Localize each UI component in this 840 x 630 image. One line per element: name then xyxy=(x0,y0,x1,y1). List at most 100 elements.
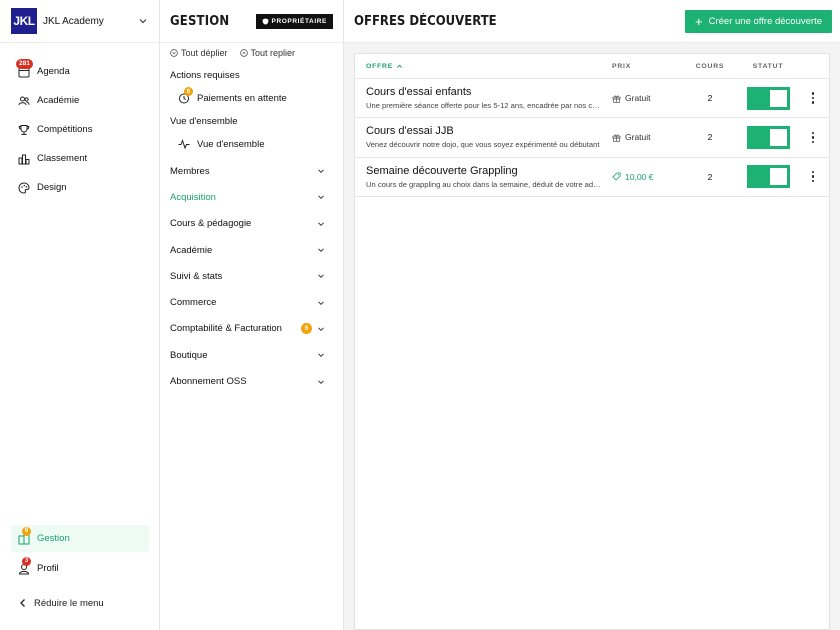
agenda-badge: 281 xyxy=(16,58,33,69)
academy-name: JKL Academy xyxy=(43,15,104,27)
row-menu-button[interactable] xyxy=(798,92,828,104)
status-toggle[interactable] xyxy=(746,165,790,189)
more-vertical-icon xyxy=(811,170,815,183)
table-row[interactable]: Cours d'essai enfants Une première séanc… xyxy=(355,79,829,119)
offer-price: Gratuit xyxy=(625,93,651,104)
group-commerce[interactable]: Commerce xyxy=(160,289,343,315)
overview-section-title: Vue d'ensemble xyxy=(170,115,238,127)
group-label: Abonnement OSS xyxy=(170,376,247,388)
clock-icon: 6 xyxy=(178,87,193,104)
chevron-down-icon xyxy=(318,353,324,358)
group-comptabilite-facturation[interactable]: Comptabilité & Facturation 6 xyxy=(160,316,343,342)
chevron-left-icon xyxy=(20,599,25,607)
group-label: Suivi & stats xyxy=(170,270,223,282)
nav-item-design[interactable]: Design xyxy=(0,173,159,202)
more-vertical-icon xyxy=(811,92,815,104)
row-menu-button[interactable] xyxy=(798,170,828,183)
sidebar-bottom: 6 Gestion 3 Profil Réduire le menu xyxy=(0,525,160,617)
panel-header: GESTION PROPRIÉTAIRE xyxy=(160,0,343,43)
chevron-down-icon xyxy=(318,301,324,305)
offer-description: Un cours de grappling au choix dans la s… xyxy=(366,179,603,189)
nav-item-academie[interactable]: Académie xyxy=(0,86,159,115)
offer-course-count: 2 xyxy=(707,171,713,182)
price-cell: Gratuit xyxy=(612,132,682,142)
circle-chevron-up-icon xyxy=(239,49,248,57)
price-cell: 10,00 € xyxy=(612,172,682,182)
nav-item-profil[interactable]: 3 Profil xyxy=(0,554,160,583)
actions-section-title: Actions requises xyxy=(170,69,240,81)
collapse-all-label: Tout replier xyxy=(250,48,296,58)
nav-item-competitions[interactable]: Compétitions xyxy=(0,115,159,144)
pending-payments-label: Paiements en attente xyxy=(197,92,287,104)
column-header-count: COURS xyxy=(695,62,725,70)
group-boutique[interactable]: Boutique xyxy=(160,342,343,368)
chevron-down-icon xyxy=(139,19,147,24)
nav-item-label: Académie xyxy=(37,95,80,106)
offer-cell: Cours d'essai enfants Une première séanc… xyxy=(355,86,612,110)
table-row[interactable]: Cours d'essai JJB Venez découvrir notre … xyxy=(355,118,829,158)
group-label: Commerce xyxy=(170,297,217,309)
status-cell xyxy=(738,165,798,189)
table-row[interactable]: Semaine découverte Grappling Un cours de… xyxy=(355,158,829,197)
offer-description: Une première séance offerte pour les 5-1… xyxy=(366,101,603,111)
column-header-offer[interactable]: OFFRE xyxy=(355,63,612,70)
group-label: Comptabilité & Facturation xyxy=(170,323,282,335)
academy-switcher[interactable]: JKL JKL Academy xyxy=(0,0,159,43)
status-toggle[interactable] xyxy=(746,125,790,149)
nav-item-label: Gestion xyxy=(37,533,70,544)
group-cours-pedagogie[interactable]: Cours & pédagogie xyxy=(160,211,343,237)
toggle-knob xyxy=(769,168,787,186)
offer-cell: Cours d'essai JJB Venez découvrir notre … xyxy=(355,125,612,149)
user-icon: 3 xyxy=(18,556,31,575)
row-menu-button[interactable] xyxy=(798,131,828,144)
academy-logo: JKL xyxy=(11,8,37,34)
group-membres[interactable]: Membres xyxy=(160,158,343,184)
expand-all-button[interactable]: Tout déplier xyxy=(170,48,228,58)
group-suivi-stats[interactable]: Suivi & stats xyxy=(160,263,343,289)
main-content: OFFRES DÉCOUVERTE + Créer une offre déco… xyxy=(344,0,840,630)
nav-item-label: Compétitions xyxy=(37,124,93,135)
group-label: Membres xyxy=(170,165,210,177)
offer-course-count: 2 xyxy=(707,93,713,104)
toggle-knob xyxy=(769,128,787,146)
nav-item-classement[interactable]: Classement xyxy=(0,144,159,173)
collapse-all-button[interactable]: Tout replier xyxy=(239,48,296,58)
offer-name: Cours d'essai JJB xyxy=(366,125,454,138)
chevron-down-icon xyxy=(318,169,324,174)
group-academie[interactable]: Académie xyxy=(160,237,343,263)
profil-badge: 3 xyxy=(22,556,31,566)
price-cell: Gratuit xyxy=(612,93,682,103)
offer-cell: Semaine découverte Grappling Un cours de… xyxy=(355,165,612,189)
nav-item-gestion[interactable]: 6 Gestion xyxy=(11,525,149,552)
nav-item-agenda[interactable]: 281 Agenda xyxy=(0,57,159,86)
status-cell xyxy=(738,125,798,149)
group-label: Boutique xyxy=(170,349,208,361)
users-icon xyxy=(18,95,30,107)
gestion-badge: 6 xyxy=(22,526,31,536)
main-nav: 281 Agenda Académie Compétitions Classem… xyxy=(0,43,159,202)
chevron-down-icon xyxy=(318,222,324,226)
offer-price: 10,00 € xyxy=(625,171,654,182)
create-offer-label: Créer une offre découverte xyxy=(708,15,822,27)
role-badge: PROPRIÉTAIRE xyxy=(255,13,333,29)
column-header-status: STATUT xyxy=(752,62,784,70)
role-badge-label: PROPRIÉTAIRE xyxy=(271,17,327,25)
create-offer-button[interactable]: + Créer une offre découverte xyxy=(685,9,832,33)
collapse-menu-label: Réduire le menu xyxy=(34,597,104,609)
sort-asc-icon xyxy=(397,64,403,68)
building-icon: 6 xyxy=(18,526,31,545)
group-acquisition[interactable]: Acquisition xyxy=(160,184,343,210)
group-abonnement-oss[interactable]: Abonnement OSS xyxy=(160,368,343,394)
offer-course-count: 2 xyxy=(707,132,713,143)
pending-payments-item[interactable]: 6 Paiements en attente xyxy=(160,86,343,110)
offer-name: Cours d'essai enfants xyxy=(366,86,472,99)
offer-description: Venez découvrir notre dojo, que vous soy… xyxy=(366,140,600,150)
column-offer-label: OFFRE xyxy=(366,62,394,70)
collapse-menu-button[interactable]: Réduire le menu xyxy=(0,589,160,617)
overview-item[interactable]: Vue d'ensemble xyxy=(160,132,343,156)
status-toggle[interactable] xyxy=(746,86,790,110)
group-label: Cours & pédagogie xyxy=(170,218,252,230)
trophy-icon xyxy=(18,124,30,136)
activity-icon xyxy=(178,138,190,150)
main-header: OFFRES DÉCOUVERTE + Créer une offre déco… xyxy=(344,0,840,43)
